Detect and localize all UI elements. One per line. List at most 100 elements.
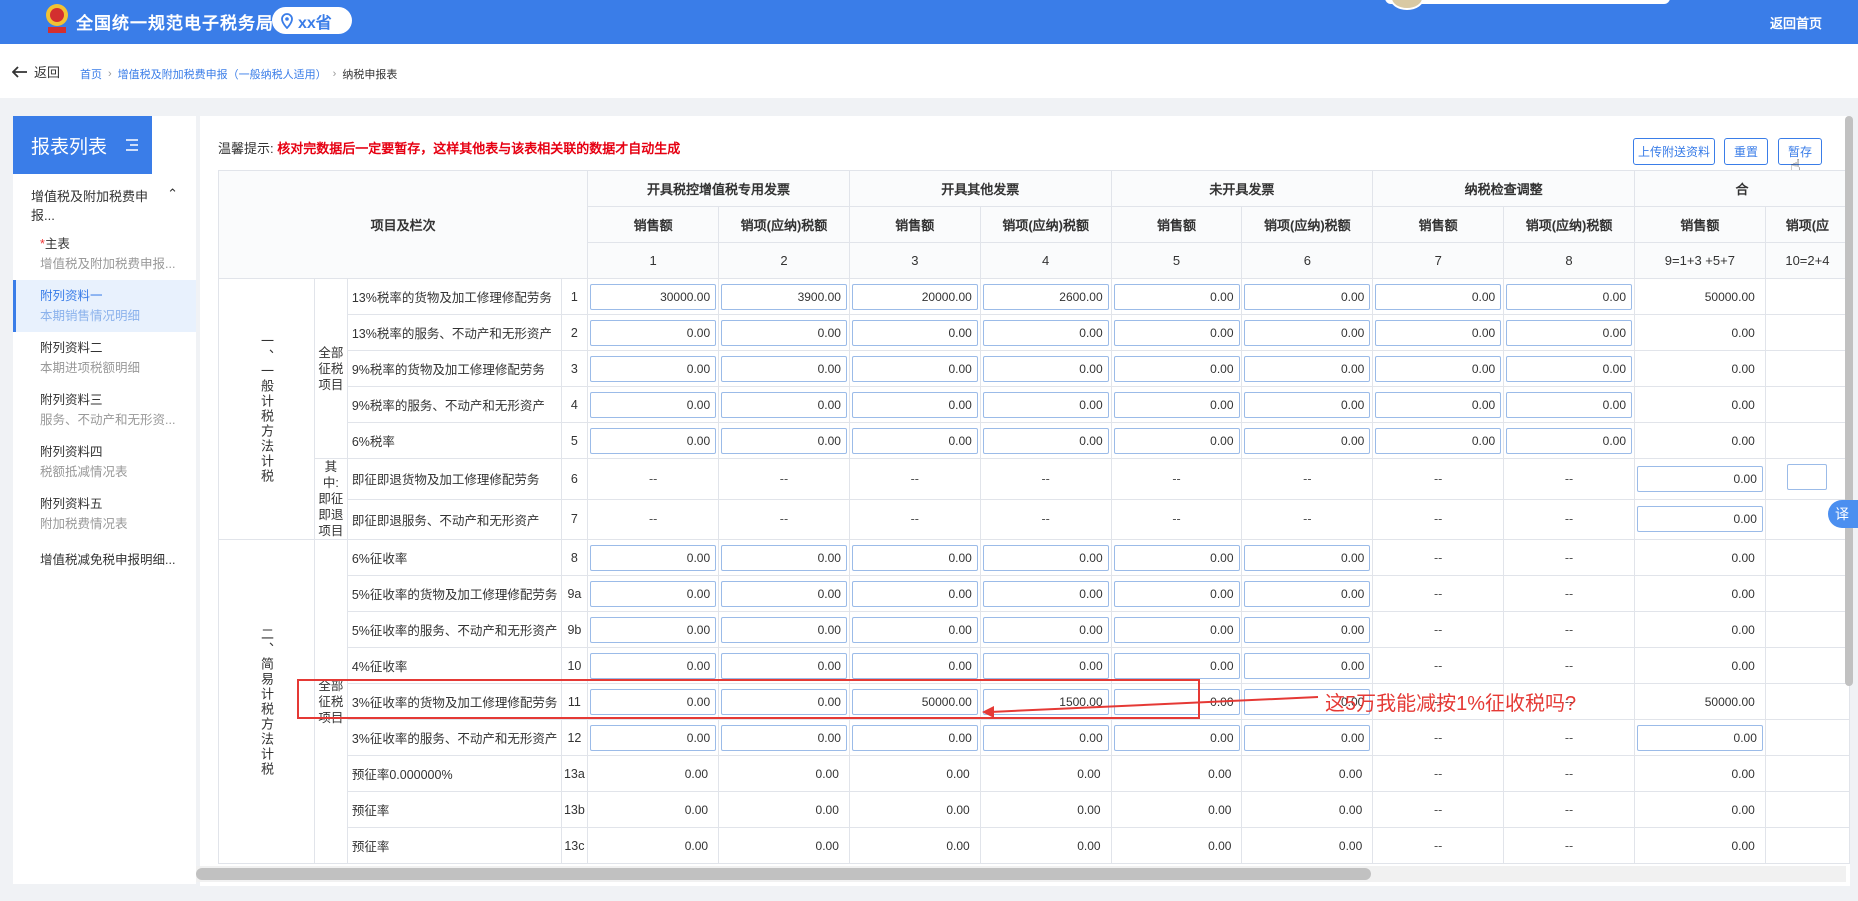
amount-input[interactable]: 0.00 bbox=[590, 652, 717, 679]
region-selector[interactable]: xx省 bbox=[272, 7, 352, 34]
amount-input[interactable]: 0.00 bbox=[1506, 427, 1633, 454]
amount-input[interactable]: 0.00 bbox=[982, 580, 1109, 607]
translate-badge[interactable]: 译 bbox=[1828, 500, 1858, 528]
amount-input[interactable]: 0.00 bbox=[720, 616, 847, 643]
amount-input[interactable]: 0.00 bbox=[590, 544, 717, 571]
amount-input[interactable]: 0.00 bbox=[1506, 355, 1633, 382]
amount-input[interactable]: 0.00 bbox=[851, 544, 978, 571]
amount-input[interactable]: 0.00 bbox=[1375, 355, 1502, 382]
reset-button[interactable]: 重置 bbox=[1724, 138, 1768, 165]
collapse-menu-icon[interactable] bbox=[125, 138, 139, 152]
amount-input[interactable]: 0.00 bbox=[851, 427, 978, 454]
amount-input[interactable]: 0.00 bbox=[590, 391, 717, 418]
return-home-link[interactable]: 返回首页 bbox=[1770, 13, 1822, 32]
amount-input[interactable]: 0.00 bbox=[590, 427, 717, 454]
amount-input[interactable]: 3900.00 bbox=[720, 283, 847, 310]
amount-input[interactable]: 0.00 bbox=[1244, 427, 1371, 454]
back-button[interactable]: 返回 bbox=[12, 62, 60, 81]
amount-input[interactable]: 0.00 bbox=[1113, 652, 1240, 679]
amount-input[interactable]: 0.00 bbox=[851, 319, 978, 346]
total-sales-input[interactable]: 0.00 bbox=[1636, 465, 1763, 492]
scrollbar-thumb[interactable] bbox=[196, 868, 1371, 880]
amount-input[interactable]: 0.00 bbox=[590, 724, 717, 751]
sidebar-item-schedule-5[interactable]: 附列资料五 附加税费情况表 bbox=[13, 488, 196, 540]
amount-input[interactable]: 0.00 bbox=[590, 616, 717, 643]
breadcrumb-vat-declaration[interactable]: 增值税及附加税费申报（一般纳税人适用） bbox=[118, 66, 327, 82]
amount-input[interactable]: 0.00 bbox=[720, 427, 847, 454]
amount-input[interactable]: 0.00 bbox=[1506, 391, 1633, 418]
breadcrumb-home[interactable]: 首页 bbox=[80, 66, 102, 82]
amount-input[interactable]: 0.00 bbox=[1506, 319, 1633, 346]
amount-input[interactable]: 0.00 bbox=[1375, 283, 1502, 310]
amount-input[interactable]: 0.00 bbox=[1244, 652, 1371, 679]
amount-input[interactable]: 0.00 bbox=[982, 355, 1109, 382]
sidebar-item-schedule-4[interactable]: 附列资料四 税额抵减情况表 bbox=[13, 436, 196, 488]
upload-attachments-button[interactable]: 上传附送资料 bbox=[1633, 138, 1715, 165]
amount-input[interactable]: 0.00 bbox=[982, 319, 1109, 346]
total-sales-input[interactable]: 0.00 bbox=[1636, 506, 1763, 533]
amount-input[interactable]: 0.00 bbox=[851, 652, 978, 679]
amount-input[interactable]: 0.00 bbox=[1244, 544, 1371, 571]
amount-input[interactable]: 2600.00 bbox=[982, 283, 1109, 310]
sidebar-item-schedule-3[interactable]: 附列资料三 服务、不动产和无形资... bbox=[13, 384, 196, 436]
amount-input[interactable]: 0.00 bbox=[1113, 283, 1240, 310]
amount-input[interactable]: 0.00 bbox=[982, 724, 1109, 751]
amount-input[interactable]: 0.00 bbox=[1375, 391, 1502, 418]
amount-input[interactable]: 0.00 bbox=[1244, 319, 1371, 346]
sidebar-item-main-form[interactable]: *主表 增值税及附加税费申报... bbox=[13, 224, 196, 280]
amount-input[interactable]: 0.00 bbox=[720, 724, 847, 751]
horizontal-scrollbar[interactable] bbox=[196, 866, 1846, 882]
amount-input[interactable]: 0.00 bbox=[1244, 283, 1371, 310]
sidebar-item-schedule-1[interactable]: 附列资料一 本期销售情况明细 bbox=[13, 280, 196, 332]
total-sales-input[interactable]: 0.00 bbox=[1636, 724, 1763, 751]
amount-input[interactable]: 0.00 bbox=[1113, 319, 1240, 346]
amount-input[interactable]: 0.00 bbox=[720, 355, 847, 382]
amount-input[interactable]: 0.00 bbox=[851, 724, 978, 751]
sidebar-item-tax-relief[interactable]: 增值税减免税申报明细... bbox=[13, 540, 196, 576]
amount-input[interactable]: 0.00 bbox=[1113, 391, 1240, 418]
amount-input[interactable]: 0.00 bbox=[1244, 391, 1371, 418]
amount-input[interactable]: 0.00 bbox=[982, 391, 1109, 418]
amount-input[interactable]: 0.00 bbox=[1113, 427, 1240, 454]
amount-input[interactable]: 0.00 bbox=[1244, 580, 1371, 607]
total-tax-input[interactable] bbox=[1787, 464, 1828, 491]
sidebar-item-schedule-2[interactable]: 附列资料二 本期进项税额明细 bbox=[13, 332, 196, 384]
empty-cell: -- bbox=[1372, 755, 1505, 792]
amount-input[interactable]: 0.00 bbox=[1244, 355, 1371, 382]
amount-input[interactable]: 0.00 bbox=[982, 544, 1109, 571]
amount-input[interactable]: 0.00 bbox=[590, 355, 717, 382]
total-tax-cell bbox=[1764, 350, 1850, 387]
amount-input[interactable]: 0.00 bbox=[1244, 616, 1371, 643]
amount-input[interactable]: 0.00 bbox=[851, 580, 978, 607]
sidebar-group[interactable]: 增值税及附加税费申报... ⌃ bbox=[13, 174, 196, 224]
amount-input[interactable]: 0.00 bbox=[720, 580, 847, 607]
amount-input[interactable]: 0.00 bbox=[851, 391, 978, 418]
amount-input[interactable]: 0.00 bbox=[851, 616, 978, 643]
amount-input[interactable]: 0.00 bbox=[1375, 319, 1502, 346]
amount-value: 0.00 bbox=[1077, 766, 1101, 781]
amount-input[interactable]: 0.00 bbox=[1113, 724, 1240, 751]
amount-input[interactable]: 0.00 bbox=[1113, 355, 1240, 382]
amount-input[interactable]: 0.00 bbox=[720, 319, 847, 346]
amount-input[interactable]: 0.00 bbox=[590, 580, 717, 607]
value-cell: 0.00 bbox=[1110, 611, 1243, 648]
amount-input[interactable]: 0.00 bbox=[1113, 616, 1240, 643]
amount-input[interactable]: 0.00 bbox=[1113, 580, 1240, 607]
avatar[interactable] bbox=[1390, 0, 1424, 10]
amount-input[interactable]: 30000.00 bbox=[590, 283, 717, 310]
amount-input[interactable]: 0.00 bbox=[720, 391, 847, 418]
amount-input[interactable]: 0.00 bbox=[1506, 283, 1633, 310]
user-info-pill[interactable] bbox=[1385, 0, 1670, 4]
amount-input[interactable]: 0.00 bbox=[1244, 724, 1371, 751]
amount-input[interactable]: 0.00 bbox=[590, 319, 717, 346]
amount-input[interactable]: 0.00 bbox=[720, 544, 847, 571]
amount-input[interactable]: 0.00 bbox=[851, 355, 978, 382]
amount-input[interactable]: 0.00 bbox=[720, 652, 847, 679]
vertical-scrollbar[interactable] bbox=[1845, 116, 1853, 686]
amount-input[interactable]: 0.00 bbox=[982, 427, 1109, 454]
amount-input[interactable]: 0.00 bbox=[982, 652, 1109, 679]
amount-input[interactable]: 0.00 bbox=[982, 616, 1109, 643]
amount-input[interactable]: 0.00 bbox=[1375, 427, 1502, 454]
amount-input[interactable]: 20000.00 bbox=[851, 283, 978, 310]
amount-input[interactable]: 0.00 bbox=[1113, 544, 1240, 571]
